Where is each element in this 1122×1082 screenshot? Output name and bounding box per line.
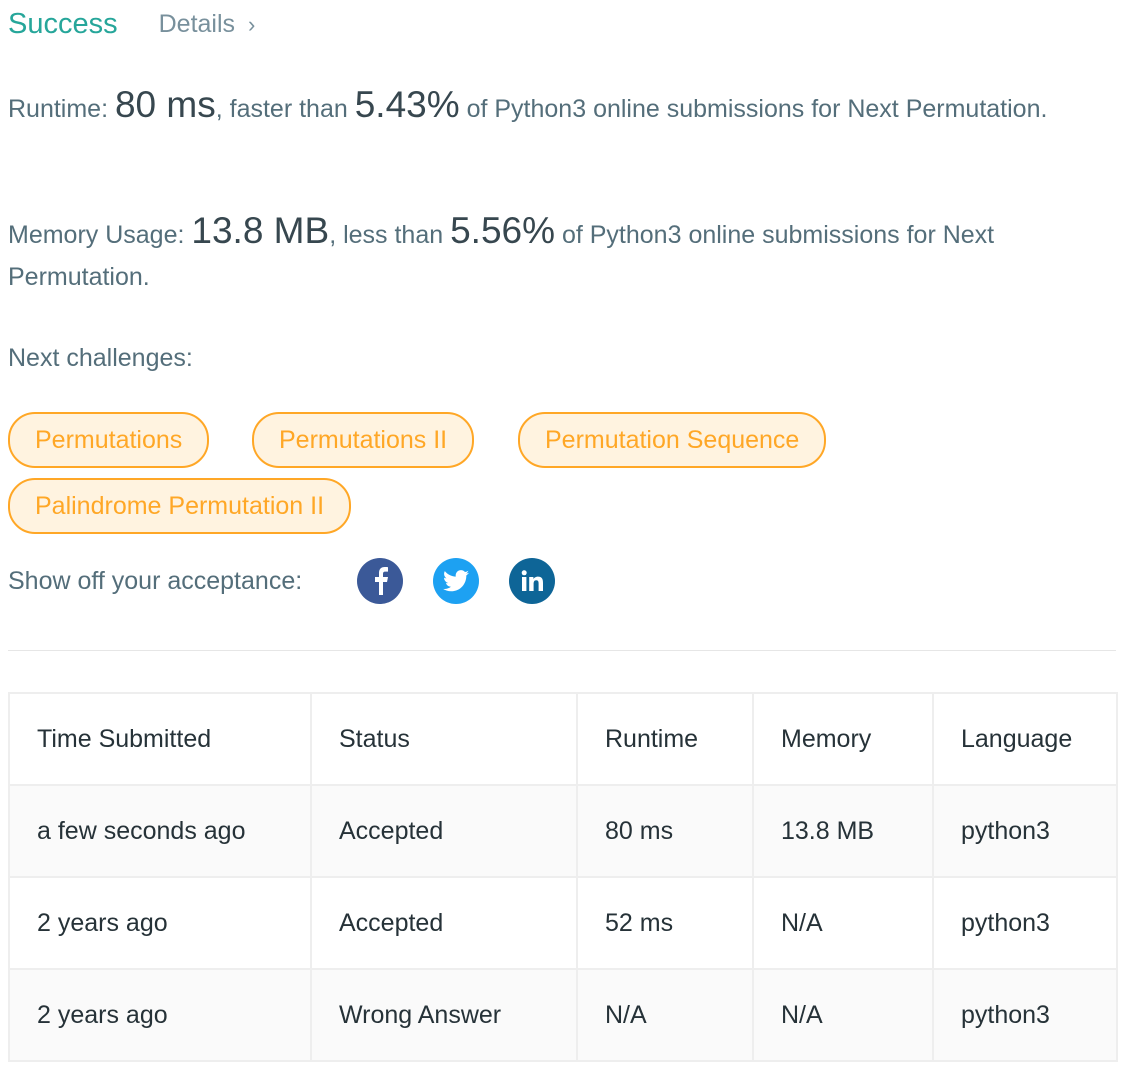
chevron-right-icon: ›: [248, 11, 256, 37]
cell-language: python3: [932, 876, 1118, 970]
header-memory: Memory: [752, 692, 934, 786]
header-runtime: Runtime: [576, 692, 754, 786]
cell-memory: N/A: [752, 968, 934, 1062]
result-status: Success: [8, 8, 118, 40]
cell-runtime: N/A: [576, 968, 754, 1062]
next-challenges-label: Next challenges:: [8, 344, 193, 372]
challenge-tag-permutation-sequence[interactable]: Permutation Sequence: [518, 412, 827, 468]
facebook-icon[interactable]: [357, 558, 404, 604]
cell-status[interactable]: Accepted: [310, 876, 578, 970]
share-row: Show off your acceptance:: [8, 558, 585, 604]
memory-summary: Memory Usage: 13.8 MB, less than 5.56% o…: [8, 210, 1088, 298]
details-label: Details: [158, 10, 236, 38]
cell-runtime: 80 ms: [576, 784, 754, 878]
linkedin-icon[interactable]: [509, 558, 556, 604]
cell-status[interactable]: Wrong Answer: [310, 968, 578, 1062]
cell-runtime: 52 ms: [576, 876, 754, 970]
header-status: Status: [310, 692, 578, 786]
memory-value: 13.8 MB: [191, 210, 330, 251]
share-icons: [357, 558, 585, 604]
cell-language: python3: [932, 784, 1118, 878]
memory-percent: 5.56%: [450, 210, 556, 251]
runtime-summary: Runtime: 80 ms, faster than 5.43% of Pyt…: [8, 84, 1088, 130]
challenge-tag-palindrome-permutation-ii[interactable]: Palindrome Permutation II: [8, 478, 352, 534]
table-header-row: Time Submitted Status Runtime Memory Lan…: [8, 692, 1118, 786]
runtime-mid: , faster than: [215, 95, 355, 123]
memory-label: Memory Usage:: [8, 221, 192, 249]
cell-language: python3: [932, 968, 1118, 1062]
table-row: 2 years ago Wrong Answer N/A N/A python3: [8, 968, 1118, 1062]
header-language: Language: [932, 692, 1118, 786]
runtime-percent: 5.43%: [354, 84, 460, 125]
submission-result-page: Success Details › Runtime: 80 ms, faster…: [0, 0, 1122, 1082]
runtime-value: 80 ms: [114, 84, 216, 125]
challenge-tag-permutations[interactable]: Permutations: [8, 412, 210, 468]
cell-status[interactable]: Accepted: [310, 784, 578, 878]
divider: [8, 650, 1116, 651]
cell-memory: 13.8 MB: [752, 784, 934, 878]
runtime-suffix: of Python3 online submissions for Next P…: [459, 95, 1048, 123]
share-label: Show off your acceptance:: [8, 566, 303, 595]
cell-time: 2 years ago: [8, 968, 312, 1062]
header-time-submitted: Time Submitted: [8, 692, 312, 786]
memory-mid: , less than: [329, 221, 451, 249]
cell-time: a few seconds ago: [8, 784, 312, 878]
details-link[interactable]: Details ›: [159, 10, 256, 39]
challenge-tag-permutations-ii[interactable]: Permutations II: [252, 412, 475, 468]
table-row: 2 years ago Accepted 52 ms N/A python3: [8, 876, 1118, 970]
table-row: a few seconds ago Accepted 80 ms 13.8 MB…: [8, 784, 1118, 878]
twitter-icon[interactable]: [433, 558, 480, 604]
runtime-label: Runtime:: [8, 95, 115, 123]
cell-time: 2 years ago: [8, 876, 312, 970]
cell-memory: N/A: [752, 876, 934, 970]
result-header: Success Details ›: [8, 8, 255, 41]
submissions-table: Time Submitted Status Runtime Memory Lan…: [8, 692, 1118, 1062]
